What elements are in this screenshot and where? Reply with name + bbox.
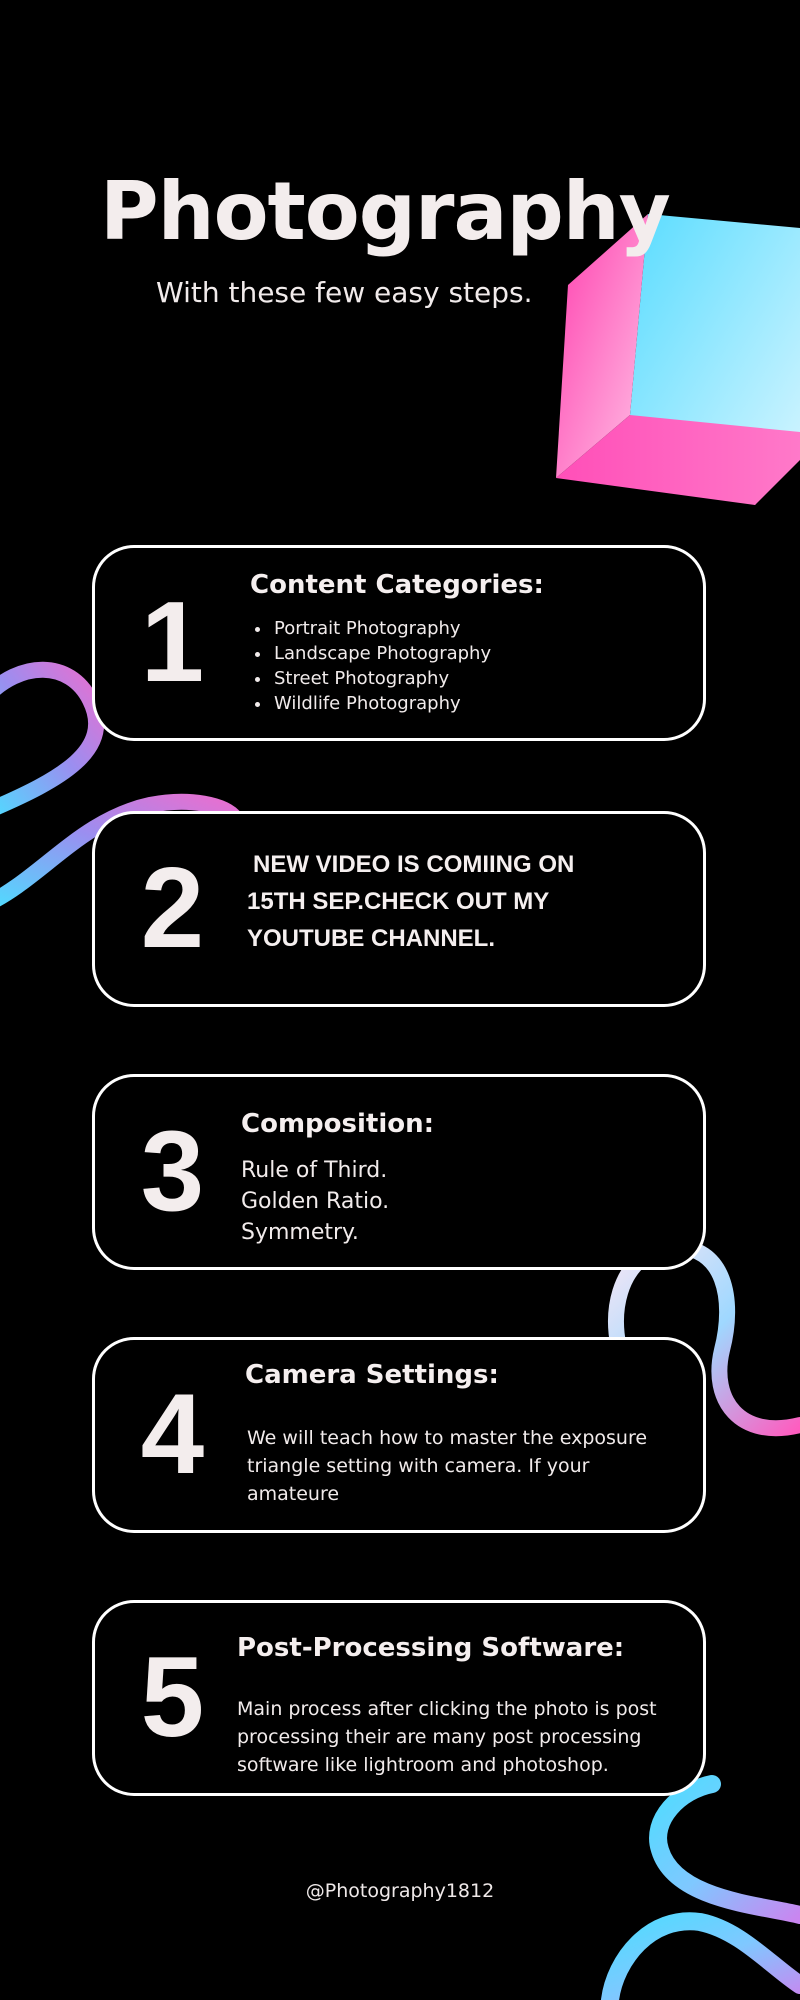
announcement-text: NEW VIDEO IS COMIING ON 15TH SEP.CHECK O… — [247, 846, 667, 957]
step-heading: Camera Settings: — [245, 1360, 499, 1390]
description-line: triangle setting with camera. If your — [247, 1455, 590, 1477]
list-item: Landscape Photography — [272, 641, 491, 666]
step-heading: Content Categories: — [250, 570, 544, 600]
step-card-3: 3 Composition: Rule of Third. Golden Rat… — [92, 1074, 706, 1270]
list-item: Portrait Photography — [272, 616, 491, 641]
description-line: amateure — [247, 1483, 340, 1505]
step-number: 1 — [140, 579, 205, 706]
announcement-line: YOUTUBE CHANNEL. — [247, 925, 496, 952]
step-card-4: 4 Camera Settings: We will teach how to … — [92, 1337, 706, 1533]
description-line: software like lightroom and photoshop. — [237, 1754, 609, 1776]
list-item: Rule of Third. — [241, 1158, 388, 1183]
list-item: Golden Ratio. — [241, 1189, 390, 1214]
step-number: 3 — [140, 1108, 205, 1235]
list-item: Wildlife Photography — [272, 691, 491, 716]
list-item: Symmetry. — [241, 1220, 359, 1245]
announcement-line: 15TH SEP.CHECK OUT MY — [247, 888, 550, 915]
step-number: 4 — [140, 1371, 205, 1498]
step-card-5: 5 Post-Processing Software: Main process… — [92, 1600, 706, 1796]
page-title: Photography — [100, 165, 671, 258]
step-description: We will teach how to master the exposure… — [247, 1424, 677, 1508]
page-subtitle: With these few easy steps. — [156, 276, 533, 309]
category-list: Portrait Photography Landscape Photograp… — [250, 616, 491, 716]
step-card-1: 1 Content Categories: Portrait Photograp… — [92, 545, 706, 741]
step-heading: Composition: — [241, 1109, 435, 1139]
announcement-line: NEW VIDEO IS COMIING ON — [253, 851, 575, 878]
step-number: 2 — [140, 845, 205, 972]
step-description: Main process after clicking the photo is… — [237, 1695, 687, 1779]
step-card-2: 2 NEW VIDEO IS COMIING ON 15TH SEP.CHECK… — [92, 811, 706, 1007]
description-line: Main process after clicking the photo is… — [237, 1698, 657, 1720]
step-number: 5 — [140, 1634, 205, 1761]
footer-handle: @Photography1812 — [305, 1880, 495, 1902]
step-heading: Post-Processing Software: — [237, 1633, 625, 1663]
description-line: We will teach how to master the exposure — [247, 1427, 648, 1449]
composition-list: Rule of Third. Golden Ratio. Symmetry. — [241, 1155, 389, 1248]
list-item: Street Photography — [272, 666, 491, 691]
description-line: processing their are many post processin… — [237, 1726, 642, 1748]
